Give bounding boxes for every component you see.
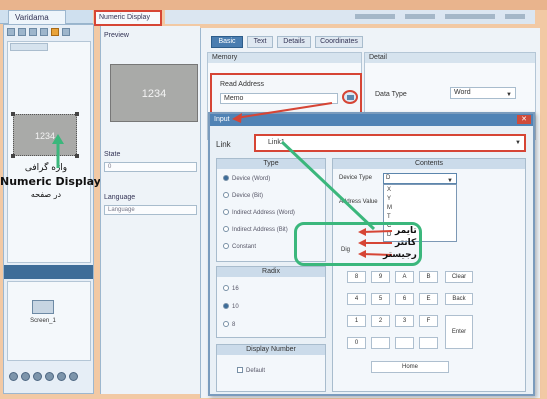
green-arrowhead: [52, 134, 64, 144]
red-arrow-line: [235, 102, 333, 119]
device-annotation-box: تایمر کانتر رجیستر: [294, 222, 422, 266]
annotation-timer: تایمر: [395, 226, 417, 236]
green-diagonal-line: [280, 140, 376, 231]
annotation-counter: کانتر: [395, 238, 417, 248]
annotation-register: رجیستر: [383, 250, 417, 260]
red-arrowhead: [232, 113, 242, 123]
annotation-overlay: [52, 102, 393, 258]
